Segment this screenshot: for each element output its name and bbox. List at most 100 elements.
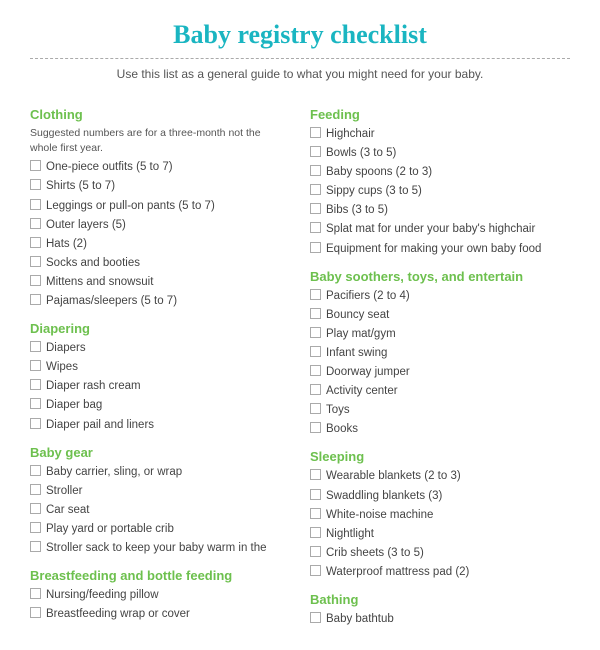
checkbox[interactable] <box>30 275 41 286</box>
item-label: Equipment for making your own baby food <box>326 241 541 257</box>
item-label: Splat mat for under your baby's highchai… <box>326 221 535 237</box>
list-item: Pajamas/sleepers (5 to 7) <box>30 293 290 309</box>
section-title-diapering: Diapering <box>30 321 290 336</box>
checkbox[interactable] <box>30 218 41 229</box>
list-item: Baby bathtub <box>310 611 570 627</box>
checkbox[interactable] <box>30 379 41 390</box>
item-label: Nightlight <box>326 526 374 542</box>
list-item: White-noise machine <box>310 507 570 523</box>
checkbox[interactable] <box>310 508 321 519</box>
list-item: Mittens and snowsuit <box>30 274 290 290</box>
section-diapering: DiaperingDiapersWipesDiaper rash creamDi… <box>30 321 290 432</box>
section-breastfeeding: Breastfeeding and bottle feedingNursing/… <box>30 568 290 622</box>
checkbox[interactable] <box>30 360 41 371</box>
item-label: Mittens and snowsuit <box>46 274 153 290</box>
item-label: Sippy cups (3 to 5) <box>326 183 422 199</box>
checkbox[interactable] <box>30 294 41 305</box>
checkbox[interactable] <box>30 341 41 352</box>
list-item: Activity center <box>310 383 570 399</box>
checkbox[interactable] <box>30 503 41 514</box>
list-item: Infant swing <box>310 345 570 361</box>
checkbox[interactable] <box>30 199 41 210</box>
checkbox[interactable] <box>30 179 41 190</box>
checkbox[interactable] <box>310 546 321 557</box>
item-label: Breastfeeding wrap or cover <box>46 606 190 622</box>
item-label: Outer layers (5) <box>46 217 126 233</box>
item-label: Bibs (3 to 5) <box>326 202 388 218</box>
item-label: Socks and booties <box>46 255 140 271</box>
checkbox[interactable] <box>310 565 321 576</box>
checkbox[interactable] <box>310 242 321 253</box>
item-label: Pajamas/sleepers (5 to 7) <box>46 293 177 309</box>
checkbox[interactable] <box>30 541 41 552</box>
checkbox[interactable] <box>310 165 321 176</box>
checkbox[interactable] <box>310 365 321 376</box>
list-item: Toys <box>310 402 570 418</box>
list-item: Socks and booties <box>30 255 290 271</box>
section-note-clothing: Suggested numbers are for a three-month … <box>30 126 290 155</box>
checkbox[interactable] <box>310 222 321 233</box>
item-label: Baby bathtub <box>326 611 394 627</box>
item-label: Diaper pail and liners <box>46 417 154 433</box>
checkbox[interactable] <box>310 203 321 214</box>
item-label: Wearable blankets (2 to 3) <box>326 468 461 484</box>
item-label: Pacifiers (2 to 4) <box>326 288 410 304</box>
checkbox[interactable] <box>310 184 321 195</box>
item-label: Baby spoons (2 to 3) <box>326 164 432 180</box>
item-label: Infant swing <box>326 345 387 361</box>
section-title-soothers: Baby soothers, toys, and entertain <box>310 269 570 284</box>
item-label: One-piece outfits (5 to 7) <box>46 159 173 175</box>
checkbox[interactable] <box>310 346 321 357</box>
list-item: Equipment for making your own baby food <box>310 241 570 257</box>
checkbox[interactable] <box>310 469 321 480</box>
list-item: Bouncy seat <box>310 307 570 323</box>
item-label: Shirts (5 to 7) <box>46 178 115 194</box>
checkbox[interactable] <box>310 422 321 433</box>
section-sleeping: Sleeping Wearable blankets (2 to 3) Swaddl… <box>310 449 570 580</box>
checkbox[interactable] <box>310 384 321 395</box>
checkbox[interactable] <box>310 527 321 538</box>
item-label: Waterproof mattress pad (2) <box>326 564 469 580</box>
checkbox[interactable] <box>30 256 41 267</box>
list-item: Nursing/feeding pillow <box>30 587 290 603</box>
list-item: Waterproof mattress pad (2) <box>310 564 570 580</box>
list-item: Books <box>310 421 570 437</box>
list-item: Stroller <box>30 483 290 499</box>
checkbox[interactable] <box>310 403 321 414</box>
list-item: Baby spoons (2 to 3) <box>310 164 570 180</box>
list-item: Diaper bag <box>30 397 290 413</box>
checkbox[interactable] <box>310 612 321 623</box>
item-label: Nursing/feeding pillow <box>46 587 159 603</box>
checkbox[interactable] <box>310 146 321 157</box>
list-item: Pacifiers (2 to 4) <box>310 288 570 304</box>
checkbox[interactable] <box>310 289 321 300</box>
checkbox[interactable] <box>30 465 41 476</box>
item-label: Leggings or pull-on pants (5 to 7) <box>46 198 215 214</box>
checkbox[interactable] <box>310 489 321 500</box>
checkbox[interactable] <box>30 418 41 429</box>
section-title-sleeping: Sleeping <box>310 449 570 464</box>
checkbox[interactable] <box>30 484 41 495</box>
checkbox[interactable] <box>30 522 41 533</box>
page-title: Baby registry checklist <box>30 20 570 50</box>
checkbox[interactable] <box>30 398 41 409</box>
list-item: Splat mat for under your baby's highchai… <box>310 221 570 237</box>
item-label: Stroller sack to keep your baby warm in … <box>46 540 267 556</box>
item-label: Highchair <box>326 126 375 142</box>
list-item: Swaddling blankets (3) <box>310 488 570 504</box>
subtitle: Use this list as a general guide to what… <box>30 67 570 81</box>
checkbox[interactable] <box>30 607 41 618</box>
checkbox[interactable] <box>310 308 321 319</box>
list-item: Leggings or pull-on pants (5 to 7) <box>30 198 290 214</box>
item-label: Swaddling blankets (3) <box>326 488 442 504</box>
checkbox[interactable] <box>30 588 41 599</box>
checkbox[interactable] <box>310 127 321 138</box>
item-label: Books <box>326 421 358 437</box>
checkbox[interactable] <box>30 160 41 171</box>
list-item: Diapers <box>30 340 290 356</box>
left-column: ClothingSuggested numbers are for a thre… <box>30 95 290 630</box>
checkbox[interactable] <box>310 327 321 338</box>
list-item: Breastfeeding wrap or cover <box>30 606 290 622</box>
checkbox[interactable] <box>30 237 41 248</box>
section-clothing: ClothingSuggested numbers are for a thre… <box>30 107 290 309</box>
